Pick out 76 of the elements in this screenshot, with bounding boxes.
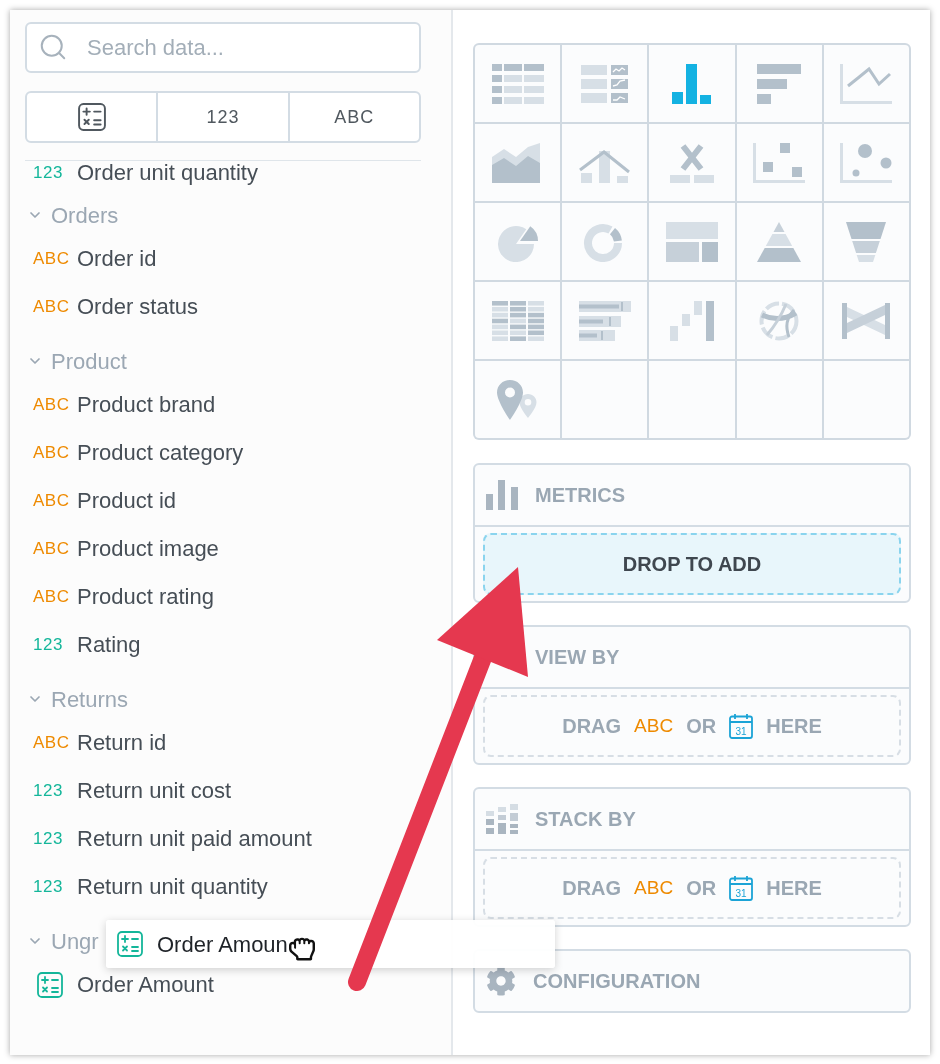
number-type-tag: 123 — [33, 874, 63, 900]
search-field[interactable]: Search data... — [25, 22, 421, 73]
calendar-icon: 31 — [729, 713, 754, 739]
drop-hint: OR — [686, 876, 717, 901]
bar-chart-icon — [486, 480, 518, 510]
field-name[interactable]: Product id — [77, 488, 177, 514]
chart-type-button[interactable] — [475, 282, 561, 359]
drop-hint: HERE — [766, 714, 822, 739]
number-type-tag: 123 — [33, 160, 63, 186]
chart-type-button[interactable] — [562, 45, 648, 122]
number-type-tag: 123 — [33, 632, 63, 658]
attribute-type-tag: ABC — [33, 392, 70, 418]
field-name[interactable]: Order unit quantity — [77, 160, 258, 186]
attribute-type-tag: ABC — [33, 536, 70, 562]
drop-hint: DRAG — [562, 714, 622, 739]
number-type-tag: 123 — [33, 826, 63, 852]
bucket-title: CONFIGURATION — [533, 969, 701, 994]
attribute-type-tag: ABC — [33, 488, 70, 514]
grab-cursor-icon — [288, 936, 315, 962]
bucket-title: STACK BY — [535, 807, 636, 832]
attribute-type-tag: ABC — [634, 711, 674, 741]
chart-type-button[interactable] — [562, 203, 648, 280]
calculator-icon — [117, 931, 143, 957]
chart-type-button[interactable] — [736, 203, 822, 280]
chart-type-button[interactable] — [823, 45, 909, 122]
drop-hint: HERE — [766, 876, 822, 901]
chart-type-button[interactable] — [562, 282, 648, 359]
attribute-type-tag: ABC — [33, 246, 70, 272]
calculator-icon — [77, 103, 106, 131]
drop-hint: OR — [686, 714, 717, 739]
drop-zone[interactable]: DROP TO ADD — [483, 533, 901, 595]
field-name[interactable]: Return unit cost — [77, 778, 232, 804]
chart-type-button[interactable] — [475, 124, 561, 201]
chart-type-button[interactable] — [649, 282, 735, 359]
chart-type-button[interactable] — [649, 203, 735, 280]
chart-type-button[interactable] — [823, 124, 909, 201]
filter-button[interactable]: 123 — [156, 93, 288, 141]
attribute-type-tag: ABC — [33, 294, 70, 320]
filter-button[interactable]: ABC — [287, 93, 419, 141]
bucket-title: METRICS — [535, 483, 625, 508]
chart-type-button[interactable] — [736, 124, 822, 201]
field-name[interactable]: Order status — [77, 294, 199, 320]
stacked-columns-icon — [486, 804, 518, 834]
calculator-icon — [37, 972, 63, 998]
chart-type-button[interactable] — [649, 45, 735, 122]
field-name[interactable]: Order Amount — [77, 972, 214, 998]
drag-preview-label: Order Amoun — [157, 930, 288, 959]
chart-type-button[interactable] — [736, 45, 822, 122]
chart-type-button[interactable] — [649, 124, 735, 201]
field-name[interactable]: Rating — [77, 632, 141, 658]
field-name[interactable]: Product image — [77, 536, 219, 562]
chart-type-button[interactable] — [475, 361, 561, 438]
chart-type-button[interactable] — [562, 124, 648, 201]
bucket-title: VIEW BY — [535, 645, 620, 670]
settings-icon — [486, 966, 516, 996]
field-name[interactable]: Return id — [77, 730, 167, 756]
chart-type-button[interactable] — [475, 45, 561, 122]
chart-type-button[interactable] — [823, 203, 909, 280]
field-name[interactable]: Return unit paid amount — [77, 826, 312, 852]
number-type-tag: 123 — [33, 778, 63, 804]
attribute-type-tag: ABC — [634, 873, 674, 903]
calendar-icon: 31 — [729, 875, 754, 901]
field-name[interactable]: Product rating — [77, 584, 214, 610]
attribute-type-tag: ABC — [33, 440, 70, 466]
drop-hint: DRAG — [562, 876, 622, 901]
chart-type-button[interactable] — [823, 282, 909, 359]
chart-type-button[interactable] — [736, 282, 822, 359]
attribute-type-tag: ABC — [33, 730, 70, 756]
field-name[interactable]: Order id — [77, 246, 157, 272]
chart-type-button[interactable] — [475, 203, 561, 280]
field-name[interactable]: Return unit quantity — [77, 874, 268, 900]
search-icon — [38, 32, 68, 62]
field-name[interactable]: Product category — [77, 440, 244, 466]
drop-hint: DROP TO ADD — [622, 552, 762, 577]
attribute-type-tag: ABC — [33, 584, 70, 610]
field-name[interactable]: Product brand — [77, 392, 216, 418]
